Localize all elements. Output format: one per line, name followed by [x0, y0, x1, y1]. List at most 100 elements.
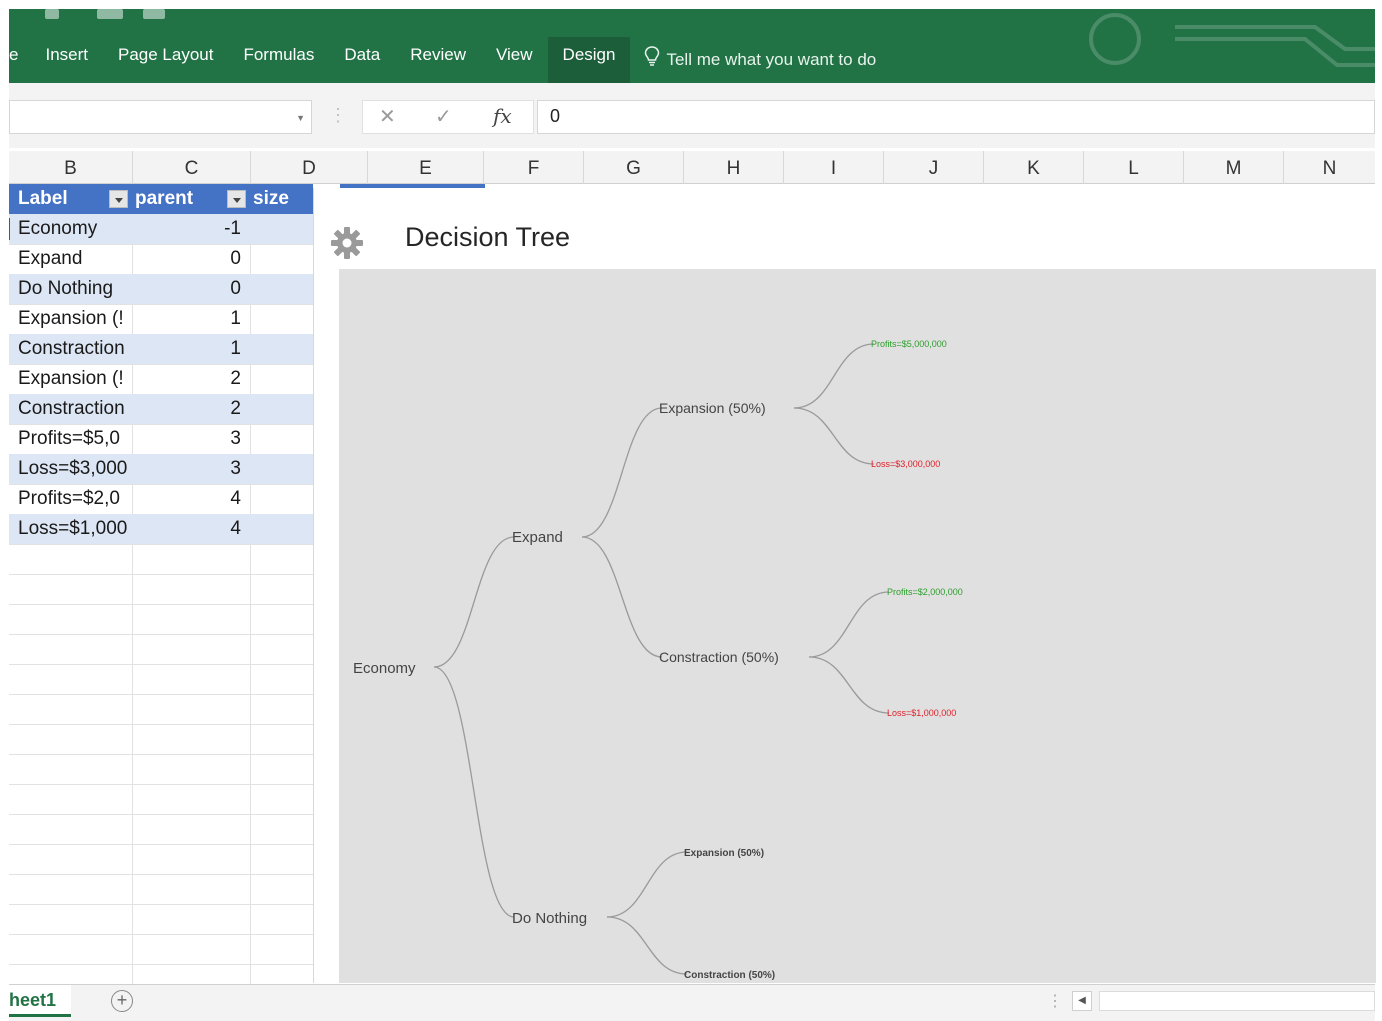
parent-cell[interactable]: 0 — [133, 244, 247, 274]
table-row[interactable]: Profits=$2,0 4 — [9, 484, 313, 514]
link-contraction-profit — [808, 591, 890, 658]
column-header[interactable]: C — [133, 151, 251, 184]
node-contraction: Constraction (50%) — [659, 649, 779, 665]
gridline — [9, 634, 313, 635]
parent-cell[interactable]: 3 — [133, 424, 247, 454]
close-icon[interactable]: ✕ — [379, 104, 396, 129]
parent-cell[interactable]: 2 — [133, 394, 247, 424]
node-profit-2m: Profits=$2,000,000 — [887, 587, 963, 597]
column-header[interactable]: I — [784, 151, 884, 184]
label-cell[interactable]: Profits=$2,0 — [18, 484, 132, 514]
tab-view[interactable]: View — [481, 37, 548, 83]
formula-bar-splitter[interactable]: ⋮ — [329, 105, 347, 126]
tab-page-layout[interactable]: Page Layout — [103, 37, 228, 83]
parent-cell[interactable]: 4 — [133, 514, 247, 544]
node-loss-1m: Loss=$1,000,000 — [887, 708, 956, 718]
gear-icon[interactable] — [330, 226, 364, 260]
column-header[interactable]: K — [984, 151, 1084, 184]
table-row[interactable]: Constraction 1 — [9, 334, 313, 364]
column-headers: B C D E F G H I J K L M N — [9, 151, 1375, 184]
parent-cell[interactable]: 1 — [133, 334, 247, 364]
sheet-tab[interactable]: heet1 — [9, 985, 71, 1017]
table-row[interactable]: Expansion (! 2 — [9, 364, 313, 394]
table-row[interactable]: Profits=$5,0 3 — [9, 424, 313, 454]
node-expansion: Expansion (50%) — [659, 400, 766, 416]
label-cell[interactable]: Loss=$3,000 — [18, 454, 132, 484]
parent-cell[interactable]: -1 — [133, 214, 247, 244]
undo-icon[interactable] — [97, 9, 123, 19]
header-size[interactable]: size — [251, 184, 313, 214]
label-cell[interactable]: Constraction — [18, 394, 132, 424]
tab-data[interactable]: Data — [329, 37, 395, 83]
chevron-down-icon[interactable]: ▼ — [296, 113, 305, 123]
check-icon[interactable]: ✓ — [435, 104, 452, 129]
table-row[interactable]: Do Nothing 0 — [9, 274, 313, 304]
parent-cell[interactable]: 4 — [133, 484, 247, 514]
tab-insert[interactable]: Insert — [30, 37, 103, 83]
link-expand-expansion — [581, 407, 663, 538]
column-header[interactable]: G — [584, 151, 684, 184]
formula-input[interactable]: 0 — [537, 100, 1375, 134]
save-icon[interactable] — [45, 9, 59, 19]
label-cell[interactable]: Expand — [18, 244, 132, 274]
function-icon[interactable]: fx — [493, 104, 512, 128]
node-expand: Expand — [512, 529, 563, 546]
parent-cell[interactable]: 0 — [133, 274, 247, 304]
column-header[interactable]: E — [368, 151, 484, 184]
label-cell[interactable]: Loss=$1,000 — [18, 514, 132, 544]
lightbulb-icon — [645, 46, 660, 66]
filter-dropdown-icon[interactable] — [109, 190, 128, 208]
tab-review[interactable]: Review — [395, 37, 481, 83]
sheet-tab-bar: heet1 + ⋮ ◀ — [9, 984, 1375, 1021]
table-row[interactable]: Loss=$3,000 3 — [9, 454, 313, 484]
customize-icon[interactable] — [143, 9, 165, 19]
table-row[interactable]: Loss=$1,000 4 — [9, 514, 313, 544]
label-cell[interactable]: Economy — [18, 214, 132, 244]
tell-me-search[interactable]: Tell me what you want to do — [644, 37, 876, 83]
gridline — [9, 694, 313, 695]
column-header[interactable]: J — [884, 151, 984, 184]
tree-diagram: Economy Expand Do Nothing Expansion (50%… — [353, 339, 963, 981]
label-cell[interactable]: Expansion (! — [18, 304, 132, 334]
name-box[interactable]: ▼ — [9, 100, 312, 134]
triangle-left-icon[interactable]: ◀ — [1072, 991, 1092, 1011]
column-header[interactable]: B — [9, 151, 133, 184]
column-header[interactable]: F — [484, 151, 584, 184]
gridline — [9, 964, 313, 965]
table-row[interactable]: Economy -1 — [9, 214, 313, 244]
tab-formulas[interactable]: Formulas — [228, 37, 329, 83]
column-header[interactable]: M — [1184, 151, 1284, 184]
label-cell[interactable]: Profits=$5,0 — [18, 424, 132, 454]
gridline — [9, 754, 313, 755]
table-row[interactable]: Expand 0 — [9, 244, 313, 274]
column-header[interactable]: D — [251, 151, 368, 184]
tab-file[interactable]: e — [9, 37, 30, 83]
column-header[interactable]: L — [1084, 151, 1184, 184]
parent-cell[interactable]: 2 — [133, 364, 247, 394]
table-row[interactable]: Constraction 2 — [9, 394, 313, 424]
gridline — [9, 604, 313, 605]
table-row[interactable]: Expansion (! 1 — [9, 304, 313, 334]
node-economy: Economy — [353, 660, 416, 677]
parent-cell[interactable]: 1 — [133, 304, 247, 334]
gridline — [9, 874, 313, 875]
gridline — [9, 784, 313, 785]
node-contraction-leaf: Constraction (50%) — [684, 970, 775, 981]
worksheet-grid[interactable]: Label parent size Economy -1 Expand 0 Do… — [9, 184, 313, 984]
tab-design[interactable]: Design — [547, 37, 631, 83]
active-cell-marker — [9, 218, 10, 240]
label-cell[interactable]: Constraction — [18, 334, 132, 364]
label-cell[interactable]: Expansion (! — [18, 364, 132, 394]
horizontal-scrollbar[interactable] — [1099, 991, 1375, 1011]
filter-dropdown-icon[interactable] — [227, 190, 246, 208]
label-cell[interactable]: Do Nothing — [18, 274, 132, 304]
plus-circle-icon[interactable]: + — [111, 990, 133, 1012]
decision-tree-chart[interactable]: Decision Tree Economy Expand Do Nothing … — [313, 188, 1376, 983]
link-expand-contraction — [581, 536, 663, 658]
parent-cell[interactable]: 3 — [133, 454, 247, 484]
column-header[interactable]: N — [1284, 151, 1375, 184]
column-header[interactable]: H — [684, 151, 784, 184]
node-do-nothing: Do Nothing — [512, 910, 587, 927]
scrollbar-splitter[interactable]: ⋮ — [1047, 991, 1063, 1011]
chart-title: Decision Tree — [405, 222, 571, 252]
